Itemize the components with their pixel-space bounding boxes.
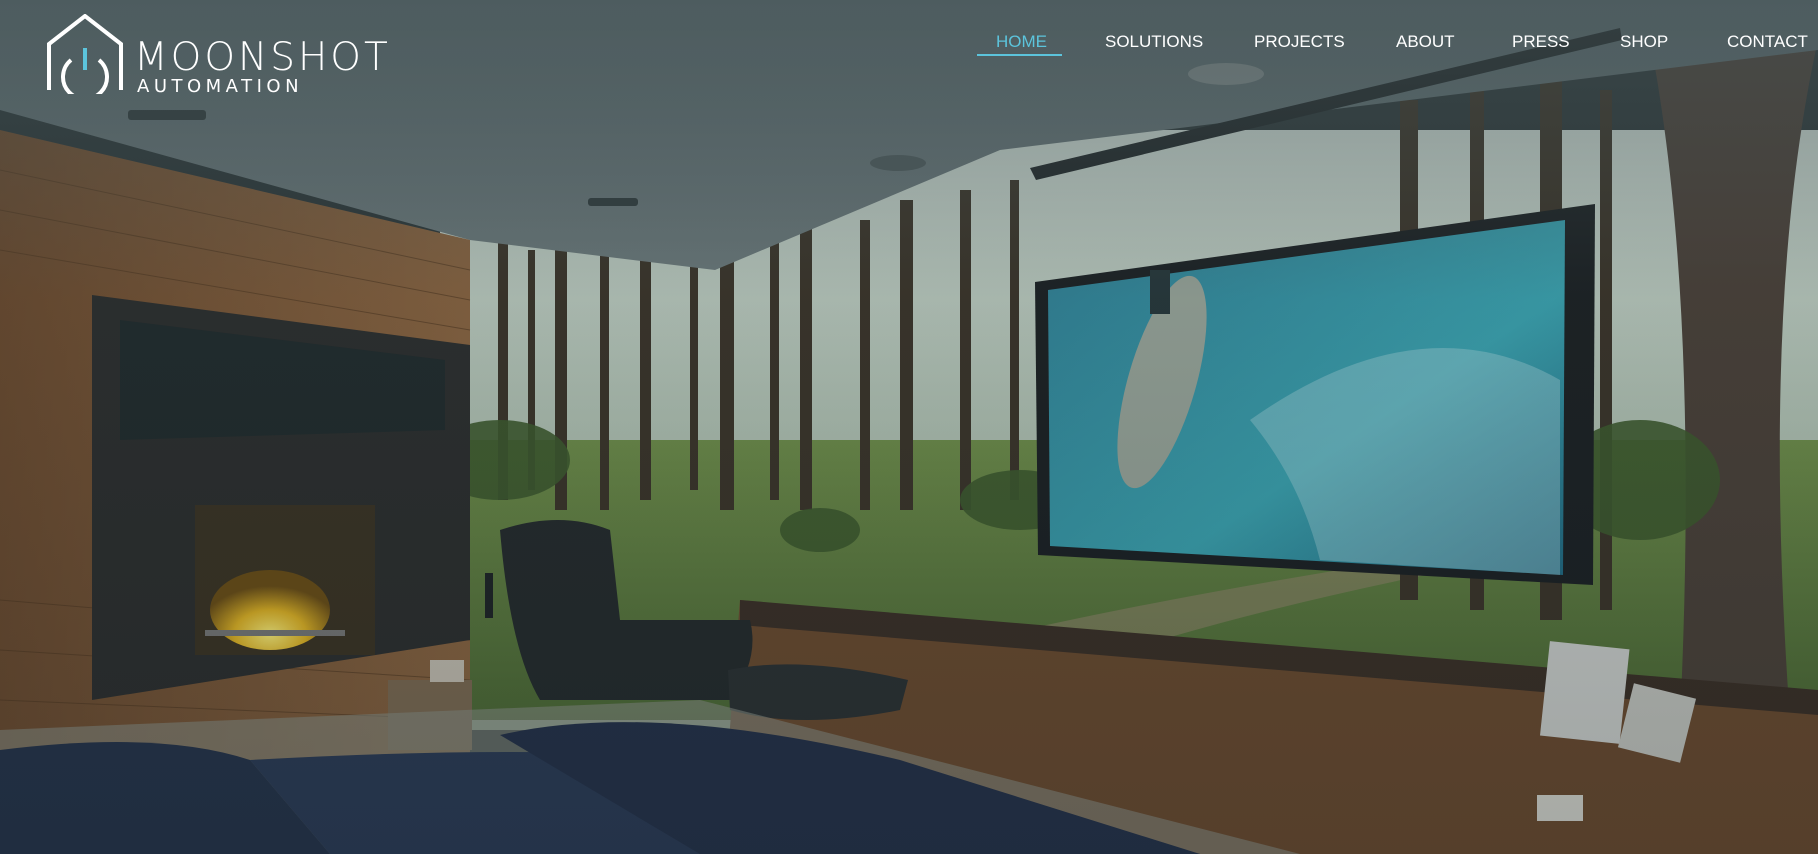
hero-background [0, 0, 1818, 854]
main-nav: HOME SOLUTIONS PROJECTS ABOUT PRESS SHOP… [0, 0, 1818, 110]
nav-about[interactable]: ABOUT [1396, 32, 1455, 60]
hero-overlay [0, 0, 1818, 854]
nav-solutions[interactable]: SOLUTIONS [1105, 32, 1203, 60]
nav-active-indicator [977, 54, 1062, 56]
nav-projects[interactable]: PROJECTS [1254, 32, 1345, 60]
site-header: MOONSHOT AUTOMATION HOME SOLUTIONS PROJE… [0, 0, 1818, 110]
nav-press[interactable]: PRESS [1512, 32, 1570, 60]
nav-shop[interactable]: SHOP [1620, 32, 1668, 60]
nav-contact[interactable]: CONTACT [1727, 32, 1808, 60]
